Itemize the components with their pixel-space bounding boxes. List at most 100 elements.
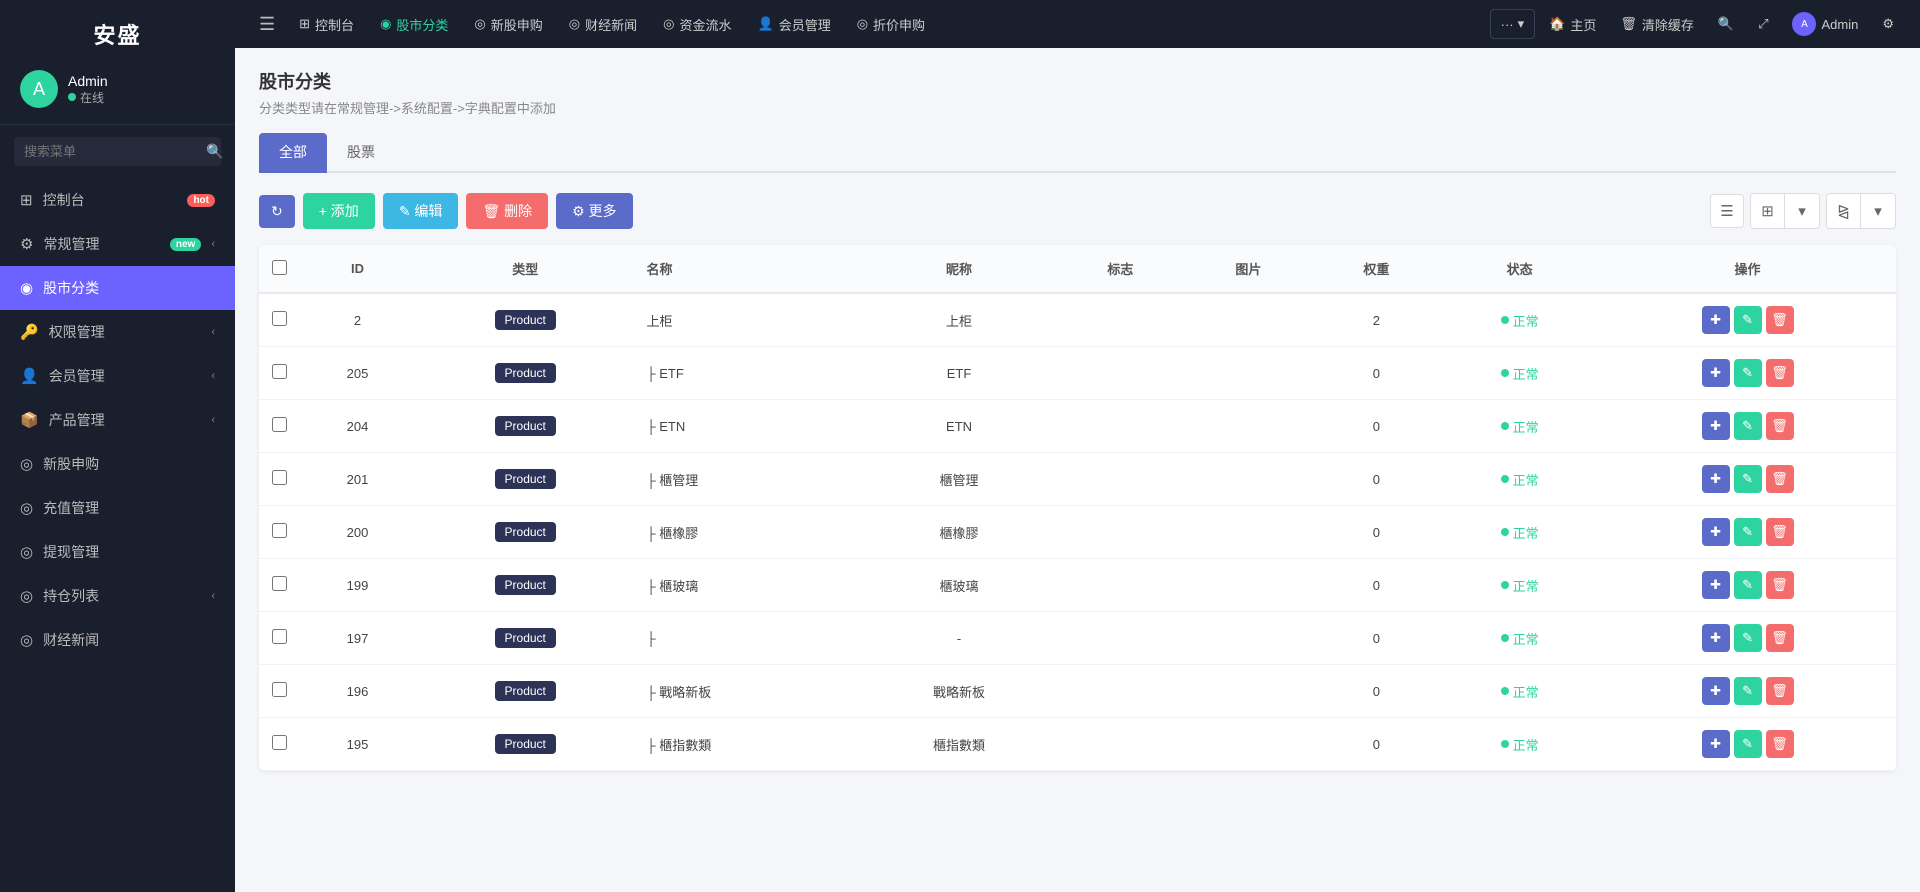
row-weight-2: 0: [1312, 400, 1440, 453]
topbar-item-member-mgmt[interactable]: 👤 会员管理: [746, 9, 843, 40]
row-check-0[interactable]: [272, 311, 287, 326]
sidebar-item-stock[interactable]: ◉ 股市分类: [0, 266, 235, 310]
topbar-item-dashboard[interactable]: ⊞ 控制台: [287, 9, 366, 40]
username: Admin: [68, 73, 108, 89]
action-delete-btn-0[interactable]: 🗑: [1766, 306, 1794, 334]
action-edit-btn-4[interactable]: ✎: [1734, 518, 1762, 546]
chevron-down-icon-2: ▾: [1798, 202, 1806, 220]
topbar-item-finance-news[interactable]: ◎ 财经新闻: [557, 9, 649, 40]
row-check-8[interactable]: [272, 735, 287, 750]
row-checkbox-1[interactable]: [259, 347, 299, 400]
more-button[interactable]: ⚙ 更多: [556, 193, 632, 229]
refresh-button[interactable]: ↻: [259, 195, 295, 228]
sidebar-item-permission[interactable]: 🔑 权限管理 ‹: [0, 310, 235, 354]
delete-button[interactable]: 🗑 删除: [466, 193, 548, 229]
action-edit-btn-5[interactable]: ✎: [1734, 571, 1762, 599]
action-add-btn-8[interactable]: ✚: [1702, 730, 1730, 758]
row-check-6[interactable]: [272, 629, 287, 644]
action-delete-btn-3[interactable]: 🗑: [1766, 465, 1794, 493]
row-check-7[interactable]: [272, 682, 287, 697]
sidebar-search[interactable]: 🔍: [14, 137, 221, 166]
row-check-1[interactable]: [272, 364, 287, 379]
action-add-btn-5[interactable]: ✚: [1702, 571, 1730, 599]
sidebar-item-dashboard[interactable]: ⊞ 控制台 hot: [0, 178, 235, 222]
action-edit-btn-0[interactable]: ✎: [1734, 306, 1762, 334]
action-edit-btn-6[interactable]: ✎: [1734, 624, 1762, 652]
row-status-6: 正常: [1440, 612, 1599, 665]
row-checkbox-8[interactable]: [259, 718, 299, 771]
row-weight-3: 0: [1312, 453, 1440, 506]
action-add-btn-6[interactable]: ✚: [1702, 624, 1730, 652]
type-badge-6: Product: [495, 628, 556, 648]
row-image-4: [1184, 506, 1312, 559]
clear-cache-btn[interactable]: 🗑 清除缓存: [1610, 9, 1704, 40]
sidebar-item-ipo[interactable]: ◎ 新股申购: [0, 442, 235, 486]
home-btn[interactable]: 🏠 主页: [1539, 9, 1606, 40]
action-add-btn-1[interactable]: ✚: [1702, 359, 1730, 387]
action-edit-btn-8[interactable]: ✎: [1734, 730, 1762, 758]
action-delete-btn-7[interactable]: 🗑: [1766, 677, 1794, 705]
search-input[interactable]: [24, 144, 200, 159]
status-dot-2: [1501, 422, 1509, 430]
row-checkbox-0[interactable]: [259, 293, 299, 347]
topbar-item-stock-cat[interactable]: ◉ 股市分类: [368, 9, 460, 40]
row-checkbox-5[interactable]: [259, 559, 299, 612]
action-delete-btn-2[interactable]: 🗑: [1766, 412, 1794, 440]
main-area: ☰ ⊞ 控制台 ◉ 股市分类 ◎ 新股申购 ◎ 财经新闻 ◎ 资金流水 👤 会员…: [235, 0, 1920, 892]
sidebar-item-member[interactable]: 👤 会员管理 ‹: [0, 354, 235, 398]
row-checkbox-3[interactable]: [259, 453, 299, 506]
action-add-btn-0[interactable]: ✚: [1702, 306, 1730, 334]
action-add-btn-2[interactable]: ✚: [1702, 412, 1730, 440]
settings-btn[interactable]: ⚙: [1872, 10, 1904, 38]
action-delete-btn-4[interactable]: 🗑: [1766, 518, 1794, 546]
topbar-item-cashflow[interactable]: ◎ 资金流水: [651, 9, 743, 40]
toolbar: ↻ + 添加 ✎ 编辑 🗑 删除 ⚙ 更多 ☰ ⊞: [259, 193, 1896, 229]
sidebar-item-withdraw[interactable]: ◎ 提现管理: [0, 530, 235, 574]
row-check-3[interactable]: [272, 470, 287, 485]
action-delete-btn-5[interactable]: 🗑: [1766, 571, 1794, 599]
row-check-2[interactable]: [272, 417, 287, 432]
row-weight-7: 0: [1312, 665, 1440, 718]
add-button[interactable]: + 添加: [303, 193, 375, 229]
row-checkbox-6[interactable]: [259, 612, 299, 665]
row-check-5[interactable]: [272, 576, 287, 591]
menu-toggle-icon[interactable]: ☰: [251, 10, 283, 39]
chevron-down-icon: ▾: [1518, 16, 1525, 32]
fullscreen-btn[interactable]: ⤢: [1748, 10, 1778, 38]
sidebar-item-financial[interactable]: ◎ 财经新闻: [0, 618, 235, 662]
action-delete-btn-8[interactable]: 🗑: [1766, 730, 1794, 758]
row-checkbox-4[interactable]: [259, 506, 299, 559]
tab-all[interactable]: 全部: [259, 133, 327, 173]
action-add-btn-4[interactable]: ✚: [1702, 518, 1730, 546]
action-edit-btn-2[interactable]: ✎: [1734, 412, 1762, 440]
row-checkbox-2[interactable]: [259, 400, 299, 453]
sidebar-item-general[interactable]: ⚙ 常规管理 new ‹: [0, 222, 235, 266]
action-add-btn-7[interactable]: ✚: [1702, 677, 1730, 705]
type-badge-4: Product: [495, 522, 556, 542]
tab-stocks[interactable]: 股票: [327, 133, 395, 173]
filter-btn[interactable]: ⧎: [1827, 194, 1861, 228]
search-btn[interactable]: 🔍: [1708, 10, 1744, 38]
filter-dropdown-btn[interactable]: ▾: [1861, 194, 1895, 228]
grid-dropdown-btn[interactable]: ▾: [1785, 194, 1819, 228]
list-view-btn[interactable]: ☰: [1710, 194, 1744, 228]
action-edit-btn-3[interactable]: ✎: [1734, 465, 1762, 493]
sidebar-item-holdings[interactable]: ◎ 持仓列表 ‹: [0, 574, 235, 618]
status-text: 在线: [80, 89, 104, 106]
action-add-btn-3[interactable]: ✚: [1702, 465, 1730, 493]
grid-view-btn[interactable]: ⊞: [1751, 194, 1785, 228]
row-nickname-6: -: [862, 612, 1057, 665]
action-edit-btn-1[interactable]: ✎: [1734, 359, 1762, 387]
topbar-item-ipo[interactable]: ◎ 新股申购: [462, 9, 554, 40]
edit-button[interactable]: ✎ 编辑: [383, 193, 459, 229]
sidebar-item-topup[interactable]: ◎ 充值管理: [0, 486, 235, 530]
select-all-checkbox[interactable]: [272, 260, 287, 275]
row-checkbox-7[interactable]: [259, 665, 299, 718]
topbar-item-discount-ipo[interactable]: ◎ 折价申购: [845, 9, 937, 40]
row-check-4[interactable]: [272, 523, 287, 538]
sidebar-item-product[interactable]: 📦 产品管理 ‹: [0, 398, 235, 442]
action-edit-btn-7[interactable]: ✎: [1734, 677, 1762, 705]
more-dropdown-btn[interactable]: ··· ▾: [1490, 9, 1536, 39]
action-delete-btn-1[interactable]: 🗑: [1766, 359, 1794, 387]
action-delete-btn-6[interactable]: 🗑: [1766, 624, 1794, 652]
